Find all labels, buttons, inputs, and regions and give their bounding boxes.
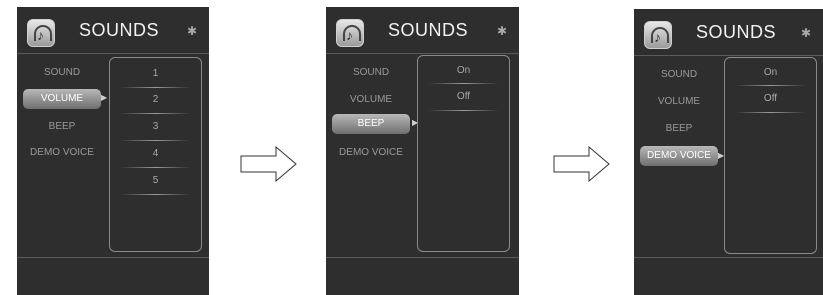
footer-divider (634, 257, 823, 258)
sounds-screen-beep: SOUNDS ✱ SOUND VOLUME BEEP ▶ DEMO VOICE … (326, 7, 519, 295)
sounds-screen-demo-voice: SOUNDS ✱ SOUND VOLUME BEEP DEMO VOICE ▶ … (634, 9, 823, 295)
sounds-app-icon[interactable] (27, 19, 55, 47)
menu-item-beep[interactable]: BEEP (332, 114, 410, 134)
option-1[interactable]: 1 (110, 64, 201, 84)
header-divider (634, 55, 823, 56)
menu-item-sound[interactable]: SOUND (640, 65, 718, 85)
option-divider (120, 87, 191, 88)
footer-divider (326, 257, 519, 258)
menu-item-demo-voice[interactable]: DEMO VOICE (640, 146, 718, 166)
header: SOUNDS ✱ (17, 7, 209, 53)
next-step-arrow-icon (553, 146, 610, 182)
header-divider (17, 53, 209, 54)
header: SOUNDS ✱ (326, 7, 519, 53)
option-3[interactable]: 3 (110, 117, 201, 137)
header-divider (326, 53, 519, 54)
menu-item-volume[interactable]: VOLUME (332, 90, 410, 110)
option-5[interactable]: 5 (110, 171, 201, 191)
sounds-screen-volume: SOUNDS ✱ SOUND VOLUME ▶ BEEP DEMO VOICE … (17, 7, 209, 295)
menu-item-demo-voice[interactable]: DEMO VOICE (332, 143, 410, 163)
header: SOUNDS ✱ (634, 9, 823, 55)
bluetooth-icon: ✱ (800, 26, 811, 40)
option-off[interactable]: Off (418, 87, 509, 107)
option-divider (428, 83, 499, 84)
option-divider (120, 167, 191, 168)
option-divider (735, 85, 806, 86)
option-divider (120, 113, 191, 114)
screen-title: SOUNDS (79, 20, 160, 40)
option-divider (428, 110, 499, 111)
beep-options-panel: On Off (417, 55, 510, 252)
next-step-arrow-icon (240, 146, 297, 182)
option-divider (120, 194, 191, 195)
option-divider (735, 112, 806, 113)
bluetooth-icon: ✱ (186, 24, 197, 38)
bluetooth-icon: ✱ (496, 24, 507, 38)
sounds-app-icon[interactable] (644, 21, 672, 49)
option-2[interactable]: 2 (110, 90, 201, 110)
option-on[interactable]: On (418, 61, 509, 81)
screen-title: SOUNDS (696, 22, 777, 42)
menu-item-beep[interactable]: BEEP (23, 117, 101, 137)
menu-item-sound[interactable]: SOUND (23, 63, 101, 83)
menu-item-volume[interactable]: VOLUME (23, 89, 101, 109)
option-on[interactable]: On (725, 63, 816, 83)
menu-item-sound[interactable]: SOUND (332, 63, 410, 83)
sounds-app-icon[interactable] (336, 19, 364, 47)
screen-title: SOUNDS (388, 20, 469, 40)
menu-item-beep[interactable]: BEEP (640, 119, 718, 139)
menu-item-demo-voice[interactable]: DEMO VOICE (23, 143, 101, 163)
menu-item-volume[interactable]: VOLUME (640, 92, 718, 112)
option-divider (120, 140, 191, 141)
option-4[interactable]: 4 (110, 144, 201, 164)
volume-options-panel: 1 2 3 4 5 (109, 57, 202, 252)
selection-arrow-icon: ▶ (101, 93, 108, 102)
footer-divider (17, 257, 209, 258)
demo-voice-options-panel: On Off (724, 57, 817, 254)
option-off[interactable]: Off (725, 89, 816, 109)
